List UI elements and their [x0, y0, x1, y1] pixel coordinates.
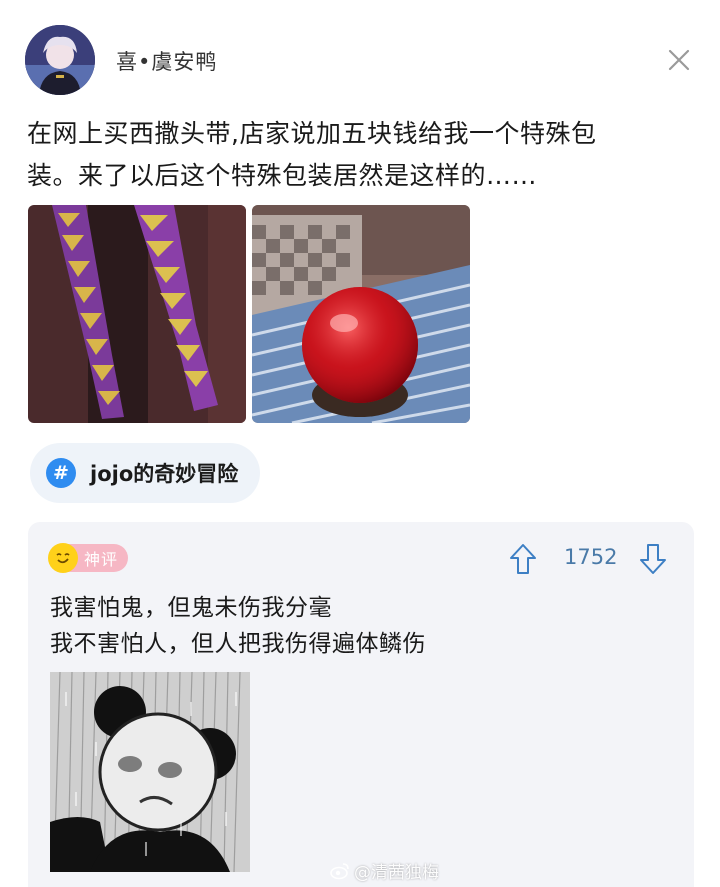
smile-face-icon: [48, 543, 78, 573]
hashtag-icon: #: [46, 458, 76, 488]
post-text-line-2: 装。来了以后这个特殊包装居然是这样的……: [27, 161, 538, 190]
red-ball-photo-image: [252, 205, 470, 423]
post-header: 喜•虞安鸭: [0, 0, 720, 110]
headband-photo-image: [28, 205, 246, 423]
comment-line-1: 我害怕鬼，但鬼未伤我分毫: [50, 595, 332, 621]
avatar[interactable]: [25, 25, 95, 95]
post-photo-headbands[interactable]: [28, 205, 246, 423]
downvote-button[interactable]: [638, 542, 668, 576]
watermark: @清茜独梅: [330, 858, 439, 883]
vote-count: 1752: [564, 545, 618, 569]
watermark-text: @清茜独梅: [354, 863, 439, 883]
post-page: 喜•虞安鸭 在网上买西撒头带,店家说加五块钱给我一个特殊包 装。来了以后这个特殊…: [0, 0, 720, 887]
close-button[interactable]: [664, 45, 694, 75]
username[interactable]: 喜•虞安鸭: [116, 46, 217, 76]
badge-label: 神评: [84, 550, 119, 569]
topic-chip[interactable]: # jojo的奇妙冒险: [30, 443, 261, 503]
post-text-line-1: 在网上买西撒头带,店家说加五块钱给我一个特殊包: [27, 119, 597, 148]
post-text: 在网上买西撒头带,店家说加五块钱给我一个特殊包 装。来了以后这个特殊包装居然是这…: [27, 113, 687, 197]
topic-label: jojo的奇妙冒险: [90, 462, 239, 486]
arrow-down-icon: [640, 544, 666, 574]
comment-text: 我害怕鬼，但鬼未伤我分毫 我不害怕人，但人把我伤得遍体鳞伤: [50, 590, 426, 662]
post-photo-red-ball[interactable]: [252, 205, 470, 423]
avatar-image: [25, 25, 95, 95]
comment-line-2: 我不害怕人，但人把我伤得遍体鳞伤: [50, 631, 426, 657]
weibo-logo-icon: [330, 862, 349, 879]
panda-meme-image[interactable]: [50, 672, 250, 872]
arrow-up-icon: [510, 544, 536, 574]
top-comment-card: 神评 1752 我害怕鬼，但鬼未伤我分毫 我不害怕人，但人把我伤得遍体鳞伤: [28, 522, 694, 887]
panda-meme-drawing: [50, 672, 250, 872]
close-icon: [668, 49, 690, 71]
upvote-button[interactable]: [508, 542, 538, 576]
hot-comment-badge: 神评: [48, 543, 129, 573]
